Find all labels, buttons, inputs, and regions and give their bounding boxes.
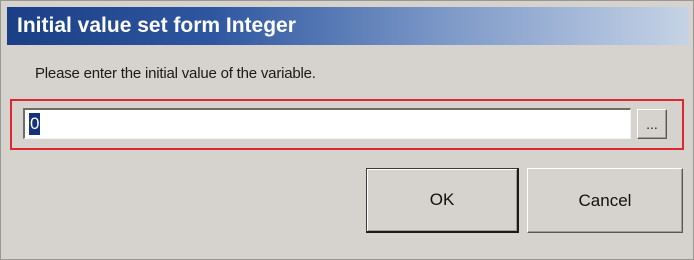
dialog-title: Initial value set form Integer: [17, 14, 296, 37]
input-selected-value: 0: [29, 113, 41, 135]
ok-button[interactable]: OK: [366, 168, 519, 233]
browse-button[interactable]: ...: [637, 109, 667, 139]
initial-value-dialog: Initial value set form Integer Please en…: [0, 0, 694, 260]
cancel-button[interactable]: Cancel: [527, 168, 683, 233]
prompt-text: Please enter the initial value of the va…: [35, 65, 316, 82]
initial-value-input[interactable]: 0: [23, 108, 631, 139]
title-bar[interactable]: Initial value set form Integer: [7, 7, 689, 45]
